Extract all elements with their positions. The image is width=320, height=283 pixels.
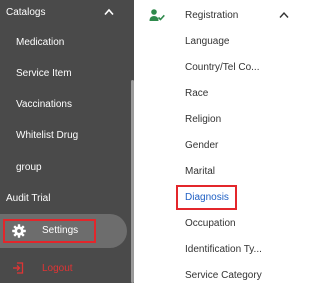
menu-item-service-category[interactable]: Service Category xyxy=(185,269,262,283)
sidebar-scrollbar[interactable] xyxy=(131,80,134,283)
chevron-up-icon[interactable] xyxy=(104,8,114,16)
user-check-icon xyxy=(149,9,165,21)
sidebar: Catalogs Medication Service Item Vaccina… xyxy=(0,0,134,283)
menu-item-country-tel-code[interactable]: Country/Tel Co... xyxy=(185,61,259,75)
registration-label: Registration xyxy=(185,10,239,21)
menu-item-marital[interactable]: Marital xyxy=(185,165,215,179)
sidebar-item-audit-trial[interactable]: Audit Trial xyxy=(6,192,134,206)
sidebar-item-group[interactable]: group xyxy=(16,161,134,175)
menu-item-race[interactable]: Race xyxy=(185,87,208,101)
logout-label: Logout xyxy=(42,263,73,274)
menu-item-language[interactable]: Language xyxy=(185,35,230,49)
catalogs-label: Catalogs xyxy=(6,7,46,18)
sidebar-item-vaccinations[interactable]: Vaccinations xyxy=(16,98,134,112)
sidebar-item-whitelist-drug[interactable]: Whitelist Drug xyxy=(16,129,134,143)
menu-item-occupation[interactable]: Occupation xyxy=(185,217,236,231)
catalogs-header[interactable]: Catalogs xyxy=(0,5,134,21)
menu-item-diagnosis[interactable]: Diagnosis xyxy=(185,191,229,205)
settings-label: Settings xyxy=(42,225,79,236)
menu-item-religion[interactable]: Religion xyxy=(185,113,221,127)
logout-icon xyxy=(13,262,24,274)
settings-button[interactable]: Settings xyxy=(0,214,127,248)
menu-item-gender[interactable]: Gender xyxy=(185,139,218,153)
gear-icon xyxy=(12,224,26,238)
sidebar-item-medication[interactable]: Medication xyxy=(16,36,134,50)
sidebar-item-service-item[interactable]: Service Item xyxy=(16,67,134,81)
menu-item-identification-type[interactable]: Identification Ty... xyxy=(185,243,262,257)
logout-button[interactable]: Logout xyxy=(0,260,134,278)
chevron-up-icon[interactable] xyxy=(279,11,289,19)
settings-panel: Registration Language Country/Tel Co... … xyxy=(136,0,300,283)
